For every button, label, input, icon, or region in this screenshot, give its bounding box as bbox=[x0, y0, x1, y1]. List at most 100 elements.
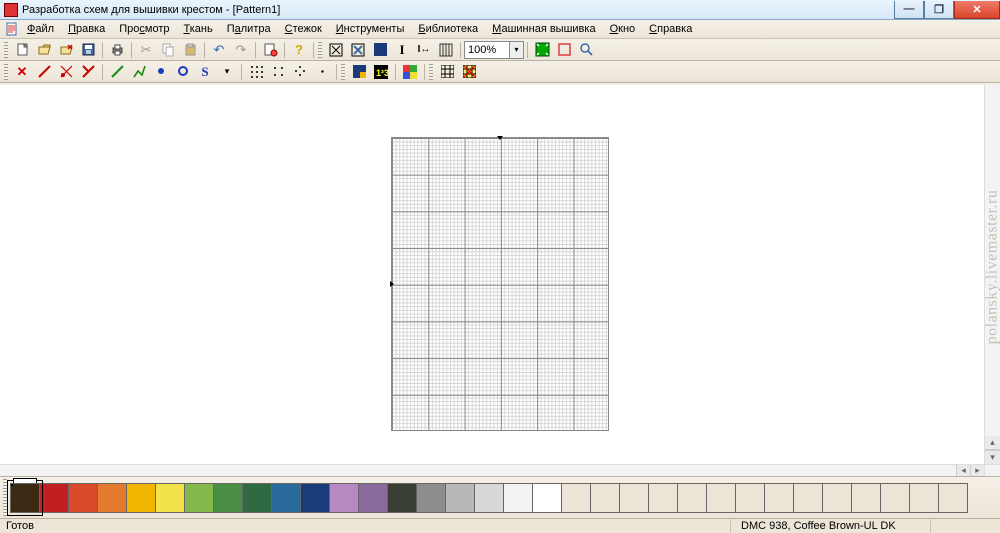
palette-swatch-27[interactable] bbox=[793, 483, 823, 513]
palette-swatch-7[interactable] bbox=[213, 483, 243, 513]
ruler-v-button[interactable] bbox=[435, 40, 457, 60]
palette-swatch-8[interactable] bbox=[242, 483, 272, 513]
full-cross-button[interactable]: ✕ bbox=[11, 62, 33, 82]
palette-swatch-13[interactable] bbox=[387, 483, 417, 513]
view-solid-button[interactable] bbox=[369, 40, 391, 60]
menu-просмотр[interactable]: Просмотр bbox=[112, 21, 176, 37]
palette-swatch-20[interactable] bbox=[590, 483, 620, 513]
color-count-button[interactable]: 1²3 bbox=[370, 62, 392, 82]
palette-swatch-9[interactable] bbox=[271, 483, 301, 513]
toolbar-grip[interactable] bbox=[4, 42, 8, 58]
open-button[interactable] bbox=[33, 40, 55, 60]
zoom-input[interactable]: 100% bbox=[464, 41, 510, 59]
menu-стежок[interactable]: Стежок bbox=[278, 21, 329, 37]
palette-swatch-5[interactable] bbox=[155, 483, 185, 513]
palette-swatch-15[interactable] bbox=[445, 483, 475, 513]
palette-swatch-1[interactable] bbox=[39, 483, 69, 513]
toolbar-grip[interactable] bbox=[341, 64, 345, 80]
backstitch2-button[interactable] bbox=[128, 62, 150, 82]
palette-swatch-3[interactable] bbox=[97, 483, 127, 513]
palette-swatch-30[interactable] bbox=[880, 483, 910, 513]
palette-swatch-26[interactable] bbox=[764, 483, 794, 513]
help-button[interactable]: ? bbox=[288, 40, 310, 60]
paste-button[interactable] bbox=[179, 40, 201, 60]
toolbar-grip[interactable] bbox=[4, 64, 8, 80]
scroll-right-button[interactable]: ▸ bbox=[970, 465, 984, 476]
grid-hide-button[interactable] bbox=[458, 62, 480, 82]
close-button[interactable]: ✕ bbox=[954, 1, 1000, 19]
palette-swatch-12[interactable] bbox=[358, 483, 388, 513]
menu-правка[interactable]: Правка bbox=[61, 21, 112, 37]
palette-swatch-14[interactable] bbox=[416, 483, 446, 513]
redo-button[interactable]: ↷ bbox=[230, 40, 252, 60]
save-button[interactable] bbox=[77, 40, 99, 60]
fullscreen-button[interactable] bbox=[553, 40, 575, 60]
menu-палитра[interactable]: Палитра bbox=[220, 21, 278, 37]
menu-файл[interactable]: Файл bbox=[20, 21, 61, 37]
three-quarter-button[interactable] bbox=[77, 62, 99, 82]
special-dropdown-button[interactable]: ▾ bbox=[216, 62, 238, 82]
french-knot-button[interactable] bbox=[150, 62, 172, 82]
zoom-dropdown-button[interactable]: ▾ bbox=[510, 41, 524, 59]
new-button[interactable] bbox=[11, 40, 33, 60]
menu-машинная вышивка[interactable]: Машинная вышивка bbox=[485, 21, 602, 37]
workspace[interactable] bbox=[0, 85, 984, 476]
dotgrid-1-button[interactable] bbox=[245, 62, 267, 82]
palette-swatch-2[interactable] bbox=[68, 483, 98, 513]
properties-button[interactable] bbox=[259, 40, 281, 60]
scroll-down-button[interactable]: ▾ bbox=[985, 450, 1000, 464]
pattern-canvas[interactable] bbox=[391, 137, 609, 431]
palette-swatch-28[interactable] bbox=[822, 483, 852, 513]
color-a-button[interactable] bbox=[348, 62, 370, 82]
menu-инструменты[interactable]: Инструменты bbox=[329, 21, 412, 37]
copy-button[interactable] bbox=[157, 40, 179, 60]
palette-swatch-29[interactable] bbox=[851, 483, 881, 513]
dotgrid-2-button[interactable] bbox=[267, 62, 289, 82]
view-symbols-button[interactable] bbox=[325, 40, 347, 60]
palette-grip[interactable] bbox=[3, 479, 7, 517]
half-cross-button[interactable] bbox=[33, 62, 55, 82]
view-stitches-button[interactable] bbox=[347, 40, 369, 60]
horizontal-scrollbar[interactable]: ◂ ▸ bbox=[0, 464, 984, 476]
palette-swatch-23[interactable] bbox=[677, 483, 707, 513]
scroll-left-button[interactable]: ◂ bbox=[956, 465, 970, 476]
vertical-scrollbar[interactable]: ▴ ▾ bbox=[984, 85, 1000, 464]
palette-swatch-21[interactable] bbox=[619, 483, 649, 513]
palette-swatch-10[interactable] bbox=[300, 483, 330, 513]
view-info-button[interactable]: I bbox=[391, 40, 413, 60]
print-button[interactable] bbox=[106, 40, 128, 60]
dotgrid-4-button[interactable] bbox=[311, 62, 333, 82]
grid-toggle-button[interactable] bbox=[436, 62, 458, 82]
menu-библиотека[interactable]: Библиотека bbox=[411, 21, 485, 37]
palette-swatch-17[interactable] bbox=[503, 483, 533, 513]
palette-swatch-16[interactable] bbox=[474, 483, 504, 513]
palette-swatch-11[interactable] bbox=[329, 483, 359, 513]
palette-swatch-4[interactable] bbox=[126, 483, 156, 513]
close-file-button[interactable] bbox=[55, 40, 77, 60]
palette-swatch-22[interactable] bbox=[648, 483, 678, 513]
backstitch-button[interactable] bbox=[106, 62, 128, 82]
dotgrid-3-button[interactable] bbox=[289, 62, 311, 82]
palette-swatch-31[interactable] bbox=[909, 483, 939, 513]
palette-swatch-25[interactable] bbox=[735, 483, 765, 513]
ruler-h-button[interactable]: I↔ bbox=[413, 40, 435, 60]
cut-button[interactable]: ✂ bbox=[135, 40, 157, 60]
menu-окно[interactable]: Окно bbox=[603, 21, 643, 37]
menu-ткань[interactable]: Ткань bbox=[177, 21, 220, 37]
color-picker-button[interactable] bbox=[399, 62, 421, 82]
palette-swatch-19[interactable] bbox=[561, 483, 591, 513]
palette-swatch-0[interactable] bbox=[10, 483, 40, 513]
palette-swatch-24[interactable] bbox=[706, 483, 736, 513]
minimize-button[interactable]: — bbox=[894, 1, 924, 19]
bead-button[interactable] bbox=[172, 62, 194, 82]
quarter-button[interactable] bbox=[55, 62, 77, 82]
scroll-up-button[interactable]: ▴ bbox=[985, 436, 1000, 450]
palette-swatch-6[interactable] bbox=[184, 483, 214, 513]
fit-screen-button[interactable] bbox=[531, 40, 553, 60]
zoom-tool-button[interactable] bbox=[575, 40, 597, 60]
undo-button[interactable]: ↶ bbox=[208, 40, 230, 60]
menu-справка[interactable]: Справка bbox=[642, 21, 699, 37]
palette-swatch-18[interactable] bbox=[532, 483, 562, 513]
toolbar-grip[interactable] bbox=[429, 64, 433, 80]
palette-swatch-32[interactable] bbox=[938, 483, 968, 513]
